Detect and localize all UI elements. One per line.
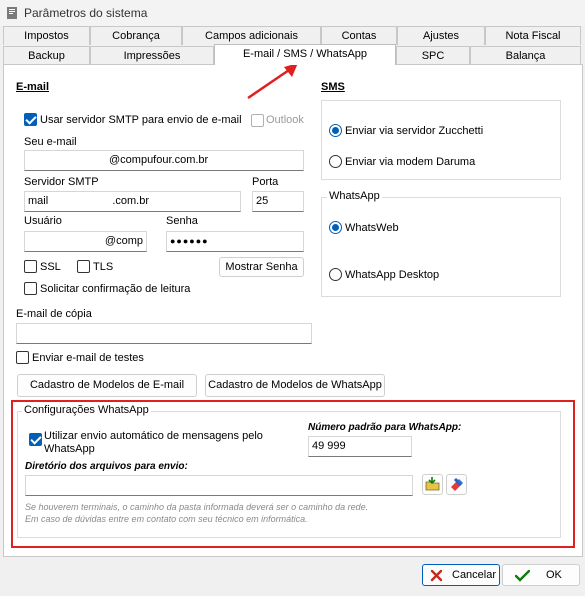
close-icon	[430, 569, 443, 582]
port-label: Porta	[252, 176, 279, 188]
password-label: Senha	[166, 215, 198, 227]
whatsapp-heading: WhatsApp	[327, 190, 382, 202]
your-email-label: Seu e-mail	[24, 136, 77, 148]
auto-send-checkbox[interactable]	[29, 433, 42, 446]
show-password-button[interactable]: Mostrar Senha	[219, 257, 304, 277]
use-smtp-checkbox[interactable]	[24, 113, 37, 126]
whatsapp-config-heading: Configurações WhatsApp	[22, 404, 151, 416]
ssl-label: SSL	[40, 261, 61, 273]
user-input[interactable]: @comp	[24, 231, 147, 252]
tab-impostos[interactable]: Impostos	[3, 26, 90, 45]
whatsweb-label: WhatsWeb	[345, 222, 399, 234]
your-email-input[interactable]: @compufour.com.br	[24, 150, 304, 171]
checkmark-icon	[515, 569, 530, 582]
sms-group	[321, 100, 561, 180]
send-test-label: Enviar e-mail de testes	[32, 352, 144, 364]
email-heading: E-mail	[16, 81, 50, 93]
ok-label: OK	[546, 569, 562, 581]
help-text-line1: Se houverem terminais, o caminho da past…	[25, 502, 369, 512]
whatsapp-desktop-label: WhatsApp Desktop	[345, 269, 440, 281]
auto-send-label-line1: Utilizar envio automático de mensagens p…	[44, 430, 263, 442]
tab-impressoes[interactable]: Impressões	[90, 46, 214, 65]
window-title: Parâmetros do sistema	[24, 6, 148, 20]
sms-zucchetti-label: Enviar via servidor Zucchetti	[345, 125, 484, 137]
tab-campos-adicionais[interactable]: Campos adicionais	[182, 26, 321, 45]
port-input[interactable]: 25	[252, 191, 304, 212]
copy-email-input[interactable]	[16, 323, 312, 344]
tab-backup[interactable]: Backup	[3, 46, 90, 65]
ssl-checkbox[interactable]	[24, 260, 37, 273]
eraser-icon	[451, 477, 463, 491]
read-receipt-checkbox[interactable]	[24, 282, 37, 295]
tab-ajustes[interactable]: Ajustes	[397, 26, 485, 45]
clear-directory-button[interactable]	[446, 474, 467, 495]
smtp-server-input[interactable]: mail .com.br	[24, 191, 241, 212]
sms-heading: SMS	[321, 81, 345, 93]
tab-email-sms-whatsapp[interactable]: E-mail / SMS / WhatsApp	[214, 44, 396, 65]
cancel-button[interactable]: Cancelar	[422, 564, 500, 586]
whatsweb-radio[interactable]	[329, 221, 342, 234]
directory-input[interactable]	[25, 475, 413, 496]
help-text-line2: Em caso de dúvidas entre em contato com …	[25, 514, 308, 524]
tab-contas[interactable]: Contas	[321, 26, 397, 45]
tab-nota-fiscal[interactable]: Nota Fiscal	[485, 26, 581, 45]
whatsapp-models-button[interactable]: Cadastro de Modelos de WhatsApp	[205, 374, 385, 397]
ok-button[interactable]: OK	[502, 564, 580, 586]
copy-email-label: E-mail de cópia	[16, 308, 92, 320]
tab-spc[interactable]: SPC	[396, 46, 470, 65]
folder-icon	[425, 477, 440, 491]
cancel-label: Cancelar	[452, 569, 497, 581]
browse-folder-button[interactable]	[422, 474, 443, 495]
tls-label: TLS	[93, 261, 114, 273]
default-number-input[interactable]: 49 999	[308, 436, 412, 457]
tab-balanca[interactable]: Balança	[470, 46, 581, 65]
tls-checkbox[interactable]	[77, 260, 90, 273]
read-receipt-label: Solicitar confirmação de leitura	[40, 283, 191, 295]
tab-cobranca[interactable]: Cobrança	[90, 26, 182, 45]
sms-daruma-radio[interactable]	[329, 155, 342, 168]
directory-label: Diretório dos arquivos para envio:	[25, 461, 188, 472]
app-icon	[7, 7, 17, 19]
password-input[interactable]: ●●●●●●	[166, 231, 304, 252]
sms-daruma-label: Enviar via modem Daruma	[345, 156, 476, 168]
whatsapp-group	[321, 197, 561, 297]
auto-send-label-line2: WhatsApp	[44, 443, 95, 455]
email-models-button[interactable]: Cadastro de Modelos de E-mail	[17, 374, 197, 397]
send-test-checkbox[interactable]	[16, 351, 29, 364]
user-label: Usuário	[24, 215, 62, 227]
default-number-label: Número padrão para WhatsApp:	[308, 422, 462, 433]
smtp-label: Servidor SMTP	[24, 176, 99, 188]
outlook-checkbox[interactable]	[251, 114, 264, 127]
use-smtp-label: Usar servidor SMTP para envio de e-mail	[40, 114, 242, 126]
whatsapp-desktop-radio[interactable]	[329, 268, 342, 281]
outlook-label: Outlook	[266, 114, 304, 126]
sms-zucchetti-radio[interactable]	[329, 124, 342, 137]
